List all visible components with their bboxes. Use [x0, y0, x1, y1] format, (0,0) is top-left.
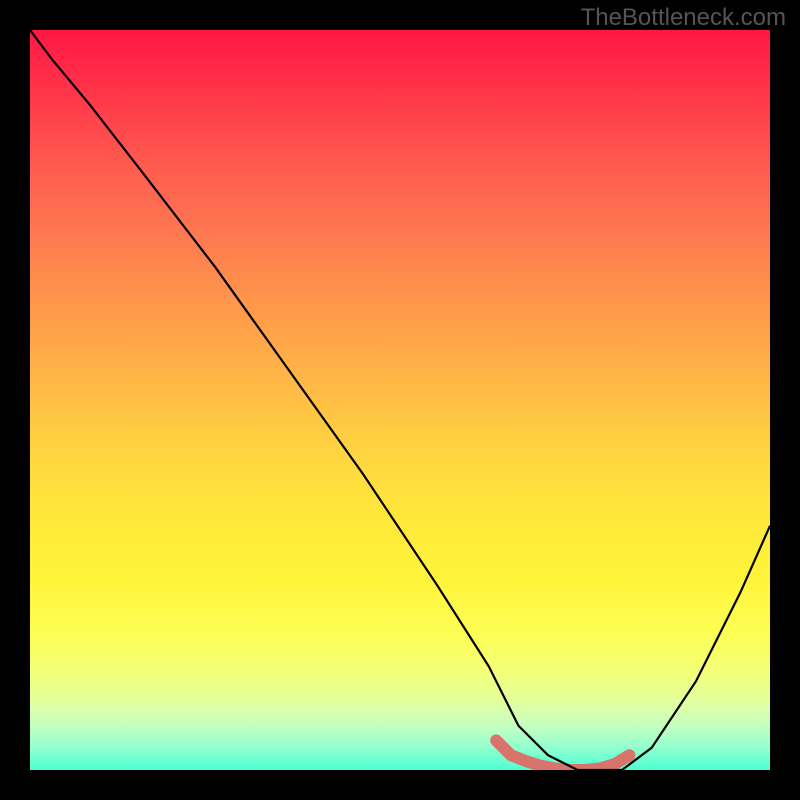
highlight-segment [496, 740, 629, 770]
curve-svg [30, 30, 770, 770]
chart-plot-area [30, 30, 770, 770]
watermark-text: TheBottleneck.com [581, 4, 786, 32]
bottleneck-curve-line [30, 30, 770, 770]
